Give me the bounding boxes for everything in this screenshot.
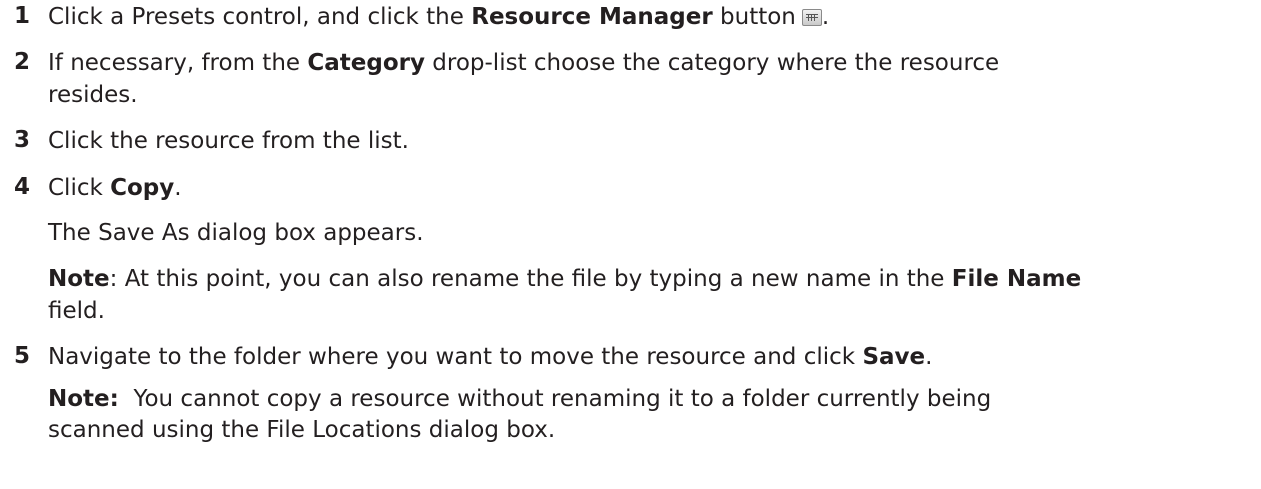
ui-term: Category [307, 50, 425, 76]
step-number: 1 [14, 3, 31, 29]
step-text: Navigate to the folder where you want to… [48, 342, 932, 373]
text-run: resides. [48, 82, 138, 108]
note-label: Note: [48, 386, 119, 412]
text-run: Click [48, 175, 111, 201]
text-run: . [174, 175, 182, 201]
text-run: . [925, 344, 933, 370]
note-label: Note [48, 266, 110, 292]
note-text: Note: You cannot copy a resource without… [48, 384, 991, 415]
step-text: resides. [48, 80, 138, 111]
text-run: : At this point, you can also rename the… [109, 266, 952, 292]
text-run: Click a Presets control, and click the [48, 4, 472, 30]
step-number: 4 [14, 174, 31, 200]
note-text: scanned using the File Locations dialog … [48, 415, 555, 446]
note-text: Note: At this point, you can also rename… [48, 264, 1081, 295]
step-text: Click a Presets control, and click the R… [48, 2, 829, 33]
text-run: field. [48, 298, 105, 324]
text-run: The Save As dialog box appears. [48, 220, 424, 246]
step-text: Click the resource from the list. [48, 126, 409, 157]
step-number: 3 [14, 127, 31, 153]
ui-term: Resource Manager [471, 4, 713, 30]
text-run: . [821, 4, 830, 30]
text-run: scanned using the File Locations dialog … [48, 417, 556, 443]
text-run: button [712, 4, 796, 30]
text-run: Navigate to the folder where you want to… [48, 344, 863, 370]
text-run: If necessary, from the [48, 50, 308, 76]
note-text: field. [48, 296, 105, 327]
ui-term: Copy [110, 175, 175, 201]
step-text: If necessary, from the Category drop-lis… [48, 48, 999, 79]
ui-term: Save [862, 344, 926, 370]
text-run: Click the resource from the list. [48, 128, 409, 154]
text-run: drop-list choose the category where the … [424, 50, 1000, 76]
ui-term: File Name [951, 266, 1082, 292]
step-number: 5 [14, 343, 31, 369]
step-text: The Save As dialog box appears. [48, 218, 424, 249]
text-run: You cannot copy a resource without renam… [118, 386, 992, 412]
step-number: 2 [14, 49, 31, 75]
step-text: Click Copy. [48, 173, 182, 204]
resource-manager-icon [801, 9, 822, 26]
